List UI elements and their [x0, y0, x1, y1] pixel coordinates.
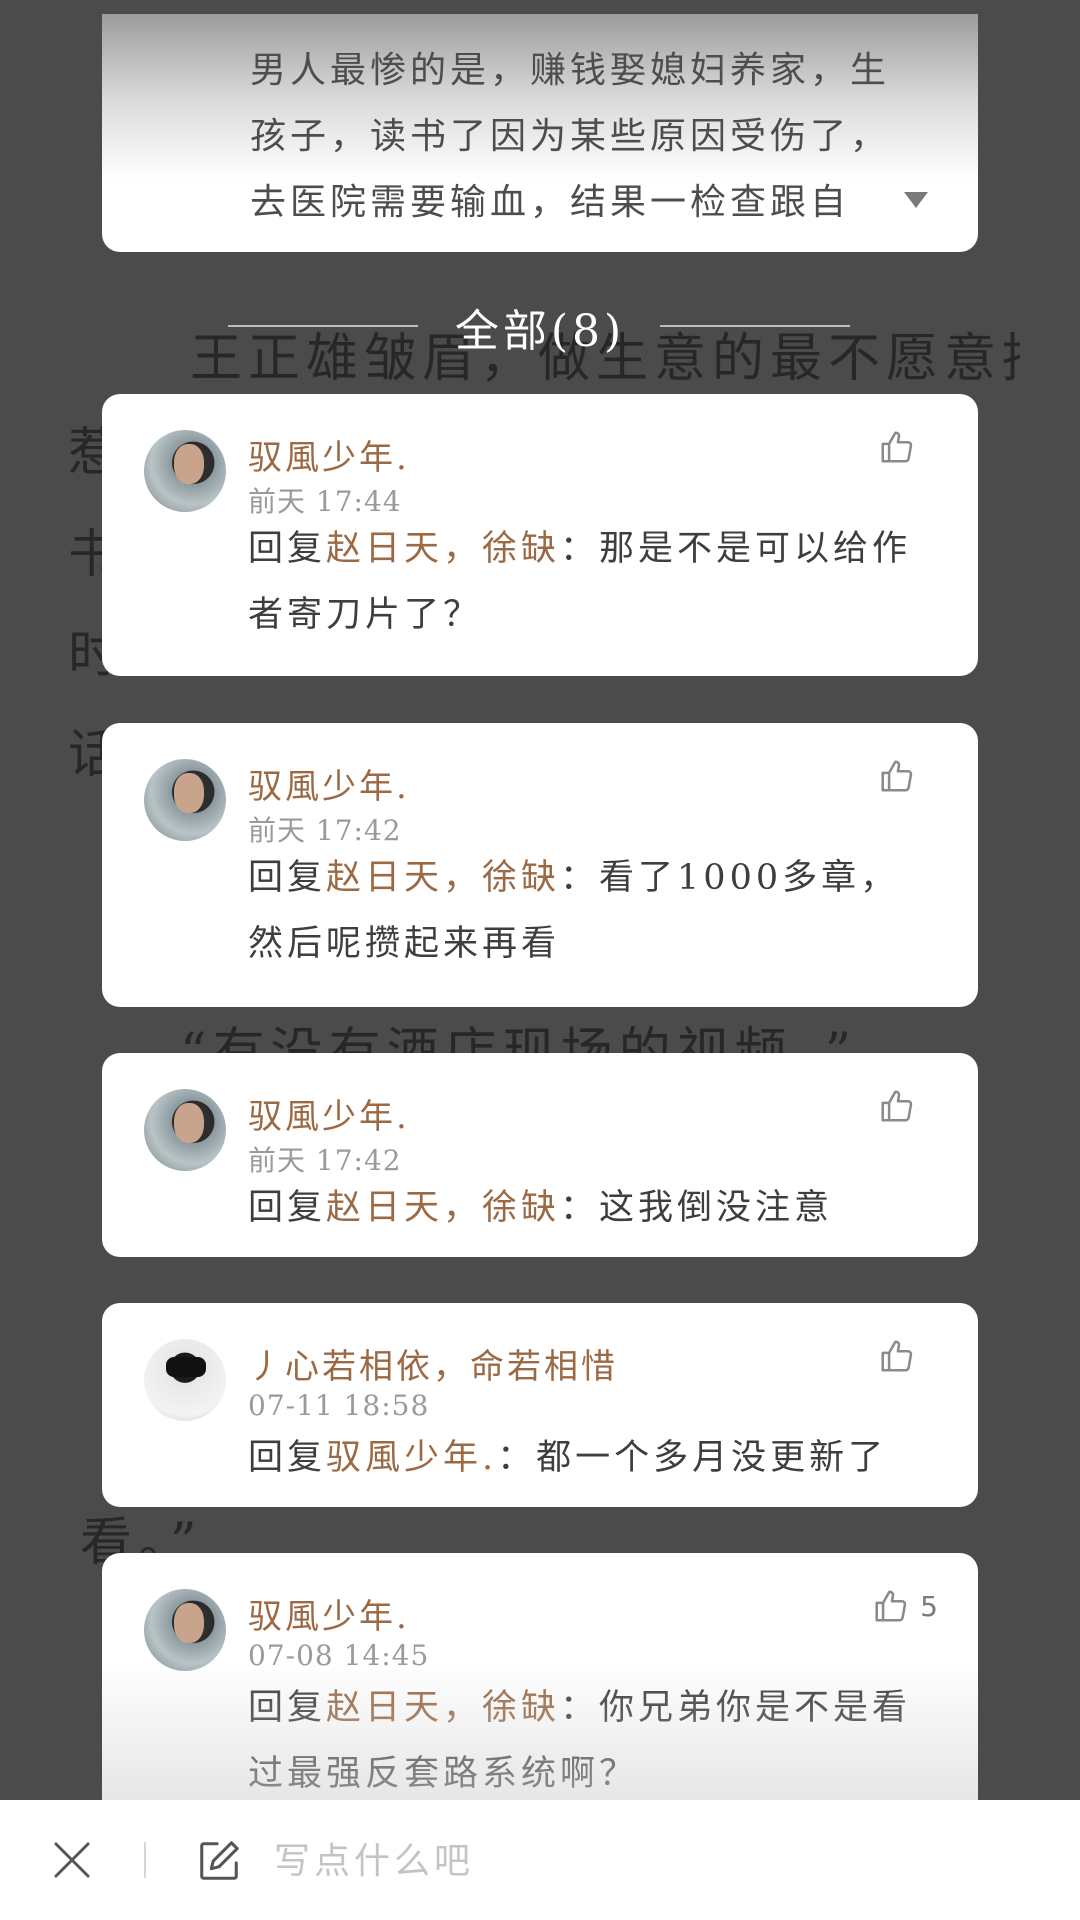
avatar-face: [174, 773, 204, 813]
timestamp: 前天 17:42: [248, 1144, 402, 1177]
like-button[interactable]: [878, 428, 926, 466]
username[interactable]: 驭風少年.: [248, 430, 410, 479]
reply-body: ：都一个多月没更新了: [497, 1438, 888, 1478]
reply-card[interactable]: 驭風少年. 前天 17:42 回复赵日天，徐缺：这我倒没注意: [102, 1053, 978, 1257]
thumbs-up-icon: [878, 1337, 916, 1375]
parent-comment-text: 男人最惨的是，赚钱娶媳妇养家，生孩子，读书了因为某些原因受伤了，去医院需要输血，…: [250, 50, 891, 223]
replies-count-title: 全部(8): [454, 306, 626, 357]
reply-prefix: 回复: [248, 1188, 327, 1228]
reply-target[interactable]: 驭風少年.: [326, 1438, 497, 1478]
timestamp: 前天 17:42: [248, 814, 402, 847]
reply-card[interactable]: 驭風少年. 前天 17:44 回复赵日天，徐缺：那是不是可以给作者寄刀片了？: [102, 394, 978, 676]
reply-target[interactable]: 赵日天，徐缺: [326, 529, 560, 569]
reply-card[interactable]: 丿心若相依，命若相惜 07-11 18:58 回复驭風少年.：都一个多月没更新了: [102, 1303, 978, 1507]
thumbs-up-icon: [878, 1087, 916, 1125]
username[interactable]: 驭風少年.: [248, 759, 410, 808]
timestamp: 07-11 18:58: [248, 1389, 430, 1422]
reply-prefix: 回复: [248, 1688, 327, 1728]
thumbs-up-icon: [878, 428, 916, 466]
reply-target[interactable]: 赵日天，徐缺: [326, 1188, 560, 1228]
like-button[interactable]: 5: [872, 1587, 938, 1625]
reply-prefix: 回复: [248, 858, 327, 898]
avatar-sunglasses: [166, 1357, 206, 1377]
thumbs-up-icon: [872, 1587, 910, 1625]
close-icon[interactable]: [50, 1838, 94, 1882]
timestamp: 07-08 14:45: [248, 1639, 430, 1672]
like-button[interactable]: [878, 1087, 926, 1125]
timestamp: 前天 17:44: [248, 485, 402, 518]
reply-prefix: 回复: [248, 1438, 327, 1478]
reply-prefix: 回复: [248, 529, 327, 569]
reply-body: ：这我倒没注意: [560, 1188, 834, 1228]
chevron-down-icon[interactable]: [904, 192, 928, 208]
parent-comment-card[interactable]: 男人最惨的是，赚钱娶媳妇养家，生孩子，读书了因为某些原因受伤了，去医院需要输血，…: [102, 14, 978, 252]
edit-icon[interactable]: [196, 1838, 242, 1884]
like-button[interactable]: [878, 1337, 926, 1375]
avatar-face: [174, 1603, 204, 1643]
like-button[interactable]: [878, 757, 926, 795]
comment-input-bar: [0, 1800, 1080, 1920]
reply-text: 回复赵日天，徐缺：你兄弟你是不是看过最强反套路系统啊？: [248, 1675, 938, 1807]
divider: [660, 325, 850, 327]
avatar[interactable]: [144, 1089, 226, 1171]
username[interactable]: 丿心若相依，命若相惜: [248, 1339, 618, 1388]
reply-card[interactable]: 驭風少年. 前天 17:42 回复赵日天，徐缺：看了1000多章，然后呢攒起来再…: [102, 723, 978, 1007]
comment-input[interactable]: [272, 1830, 876, 1892]
reply-text: 回复驭風少年.：都一个多月没更新了: [248, 1425, 938, 1491]
thumbs-up-icon: [878, 757, 916, 795]
avatar-face: [174, 444, 204, 484]
avatar[interactable]: [144, 430, 226, 512]
reply-text: 回复赵日天，徐缺：看了1000多章，然后呢攒起来再看: [248, 845, 938, 977]
reply-target[interactable]: 赵日天，徐缺: [326, 858, 560, 898]
avatar[interactable]: [144, 759, 226, 841]
replies-header: 全部(8): [0, 295, 1080, 357]
username[interactable]: 驭風少年.: [248, 1589, 410, 1638]
divider: [144, 1842, 146, 1878]
reply-text: 回复赵日天，徐缺：这我倒没注意: [248, 1175, 938, 1241]
like-count: 5: [920, 1589, 938, 1623]
reply-target[interactable]: 赵日天，徐缺: [326, 1688, 560, 1728]
avatar[interactable]: [144, 1339, 226, 1421]
avatar-face: [174, 1103, 204, 1143]
reply-text: 回复赵日天，徐缺：那是不是可以给作者寄刀片了？: [248, 516, 938, 648]
avatar[interactable]: [144, 1589, 226, 1671]
username[interactable]: 驭風少年.: [248, 1089, 410, 1138]
